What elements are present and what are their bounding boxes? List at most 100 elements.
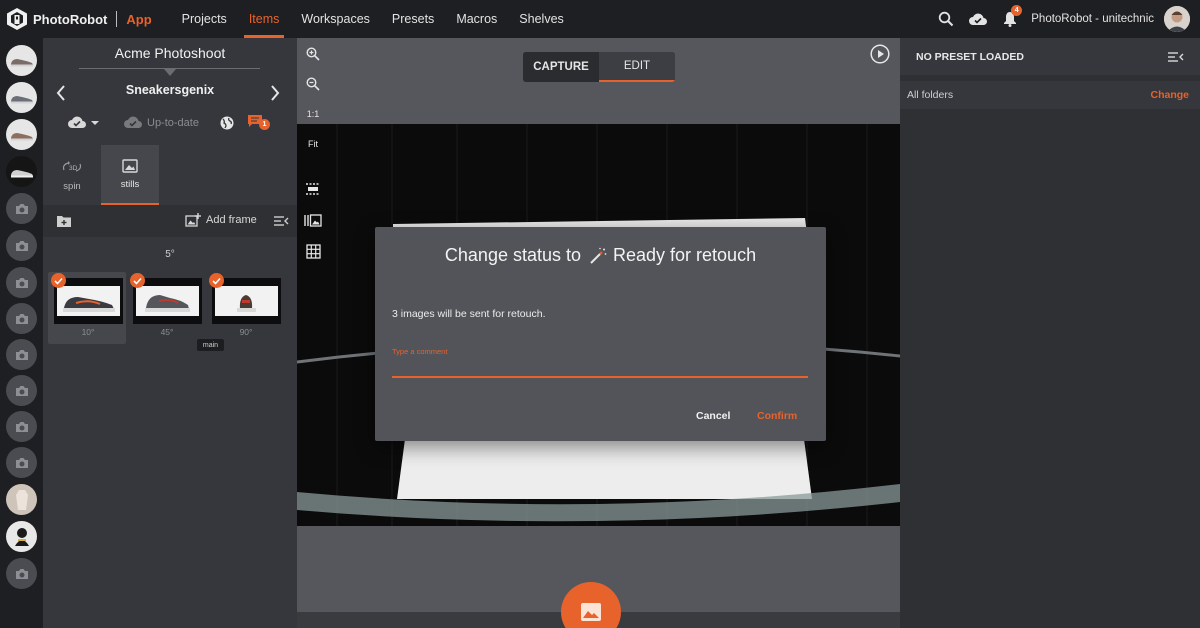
camera-icon bbox=[15, 240, 28, 251]
rail-item-empty-7[interactable] bbox=[6, 411, 37, 442]
nav-link-presets[interactable]: Presets bbox=[381, 0, 445, 38]
top-navigation: PhotoRobot App Projects Items Workspaces… bbox=[0, 0, 1200, 38]
zoom-fit-button[interactable]: Fit bbox=[303, 134, 323, 154]
rail-item-sneaker-1[interactable] bbox=[6, 45, 37, 76]
zoom-in-icon bbox=[306, 47, 320, 61]
tab-spin-label: spin bbox=[63, 180, 81, 192]
zoom-one-to-one-button[interactable]: 1:1 bbox=[303, 104, 323, 124]
grid-tool-button[interactable] bbox=[304, 242, 322, 260]
rail-item-empty-4[interactable] bbox=[6, 303, 37, 334]
tab-spin[interactable]: 3D spin bbox=[43, 145, 101, 205]
camera-icon bbox=[15, 385, 28, 396]
project-caret-icon bbox=[164, 69, 176, 76]
comment-input[interactable] bbox=[392, 358, 808, 378]
item-tabs: 3D spin stills bbox=[43, 145, 297, 205]
sneaker-thumbnail-icon bbox=[10, 169, 33, 177]
dialog-title-status: Ready for retouch bbox=[613, 245, 757, 265]
nav-right-actions: 4 PhotoRobot - unitechnic bbox=[933, 0, 1200, 38]
confirm-button[interactable]: Confirm bbox=[757, 410, 797, 422]
preset-status-title: NO PRESET LOADED bbox=[916, 51, 1024, 63]
folder-filter-label: All folders bbox=[907, 89, 954, 101]
main-nav-links: Projects Items Workspaces Presets Macros… bbox=[171, 0, 575, 38]
frame-thumbnail-45[interactable]: 45° bbox=[127, 272, 205, 344]
nav-link-projects[interactable]: Projects bbox=[171, 0, 238, 38]
crop-tool-button[interactable] bbox=[304, 180, 322, 198]
chevron-right-icon bbox=[271, 85, 280, 101]
magic-wand-icon bbox=[590, 247, 607, 264]
sync-status-label: Up-to-date bbox=[147, 116, 199, 129]
camera-icon bbox=[15, 313, 28, 324]
image-strip-tool-button[interactable] bbox=[304, 211, 322, 229]
frame-angle-label: 90° bbox=[239, 327, 253, 337]
user-avatar[interactable] bbox=[1164, 6, 1190, 32]
comments-button[interactable]: 1 bbox=[247, 114, 270, 131]
next-item-button[interactable] bbox=[265, 82, 285, 104]
garment-thumbnail-icon bbox=[15, 489, 28, 510]
account-name[interactable]: PhotoRobot - unitechnic bbox=[1031, 13, 1154, 25]
rail-item-empty-6[interactable] bbox=[6, 375, 37, 406]
rail-item-clothing[interactable] bbox=[6, 484, 37, 515]
rail-item-sneaker-4[interactable] bbox=[6, 156, 37, 187]
list-menu-icon[interactable] bbox=[274, 215, 289, 227]
grid-icon bbox=[305, 243, 321, 259]
zoom-tools: 1:1 Fit bbox=[303, 44, 333, 164]
rail-item-empty-1[interactable] bbox=[6, 193, 37, 224]
change-folder-button[interactable]: Change bbox=[1150, 89, 1189, 101]
brand-divider bbox=[116, 11, 118, 27]
play-icon[interactable] bbox=[870, 44, 890, 64]
brand-logo[interactable]: PhotoRobot App bbox=[6, 0, 152, 38]
nav-link-workspaces[interactable]: Workspaces bbox=[290, 0, 381, 38]
cancel-button[interactable]: Cancel bbox=[696, 410, 730, 422]
collapse-panel-icon[interactable] bbox=[1168, 50, 1184, 64]
tab-stills[interactable]: stills bbox=[101, 145, 159, 205]
sneaker-thumbnail-icon bbox=[10, 95, 33, 103]
nav-link-macros[interactable]: Macros bbox=[445, 0, 508, 38]
cloud-check-icon bbox=[68, 116, 86, 128]
rail-item-sneaker-3[interactable] bbox=[6, 119, 37, 150]
add-folder-icon[interactable] bbox=[56, 214, 72, 228]
rail-item-empty-9[interactable] bbox=[6, 558, 37, 589]
preset-panel-header: NO PRESET LOADED bbox=[900, 38, 1200, 75]
frame-thumbnail-10[interactable]: 10° bbox=[48, 272, 126, 344]
frame-angle-label: 45° bbox=[160, 327, 174, 337]
rail-item-empty-2[interactable] bbox=[6, 230, 37, 261]
brand-name: PhotoRobot bbox=[33, 11, 108, 27]
zoom-out-icon bbox=[306, 77, 320, 91]
camera-icon bbox=[15, 568, 28, 579]
tab-stills-label: stills bbox=[120, 178, 140, 190]
rail-item-empty-5[interactable] bbox=[6, 339, 37, 370]
add-frame-label: Add frame bbox=[206, 214, 257, 226]
3d-icon: 3D bbox=[62, 160, 82, 172]
cloud-sync-icon[interactable] bbox=[965, 6, 991, 32]
selected-check-icon[interactable] bbox=[130, 273, 145, 288]
zoom-out-button[interactable] bbox=[303, 74, 323, 94]
angle-group-label: 5° bbox=[165, 249, 175, 260]
change-status-dialog: Change status to Ready for retouch 3 ima… bbox=[375, 227, 826, 441]
edit-mode-button[interactable]: EDIT bbox=[599, 52, 675, 82]
dialog-message: 3 images will be sent for retouch. bbox=[392, 308, 546, 320]
nav-link-shelves[interactable]: Shelves bbox=[508, 0, 574, 38]
rail-item-figurine[interactable] bbox=[6, 521, 37, 552]
item-state-dropdown[interactable] bbox=[67, 116, 99, 129]
item-name: Sneakersgenix bbox=[125, 83, 215, 97]
selected-check-icon[interactable] bbox=[209, 273, 224, 288]
frame-thumbnail-90[interactable]: 90° bbox=[206, 272, 284, 344]
nav-link-items[interactable]: Items bbox=[238, 0, 291, 38]
rail-item-empty-8[interactable] bbox=[6, 447, 37, 478]
gallery-fab-button[interactable] bbox=[561, 582, 621, 628]
rail-item-empty-3[interactable] bbox=[6, 267, 37, 298]
add-frame-button[interactable]: Add frame bbox=[185, 213, 257, 227]
selected-check-icon[interactable] bbox=[51, 273, 66, 288]
sneaker-thumbnail-icon bbox=[10, 132, 33, 140]
previous-item-button[interactable] bbox=[51, 82, 71, 104]
capture-mode-button[interactable]: CAPTURE bbox=[523, 52, 599, 82]
zoom-in-button[interactable] bbox=[303, 44, 323, 64]
search-icon[interactable] bbox=[933, 6, 959, 32]
rail-item-sneaker-2[interactable] bbox=[6, 82, 37, 113]
chevron-left-icon bbox=[56, 85, 65, 101]
notifications-count-badge: 4 bbox=[1011, 5, 1023, 16]
project-title[interactable]: Acme Photoshoot bbox=[43, 45, 297, 61]
globe-icon[interactable] bbox=[219, 115, 235, 131]
notifications-bell-icon[interactable]: 4 bbox=[997, 5, 1023, 32]
brand-app-label: App bbox=[126, 11, 152, 27]
